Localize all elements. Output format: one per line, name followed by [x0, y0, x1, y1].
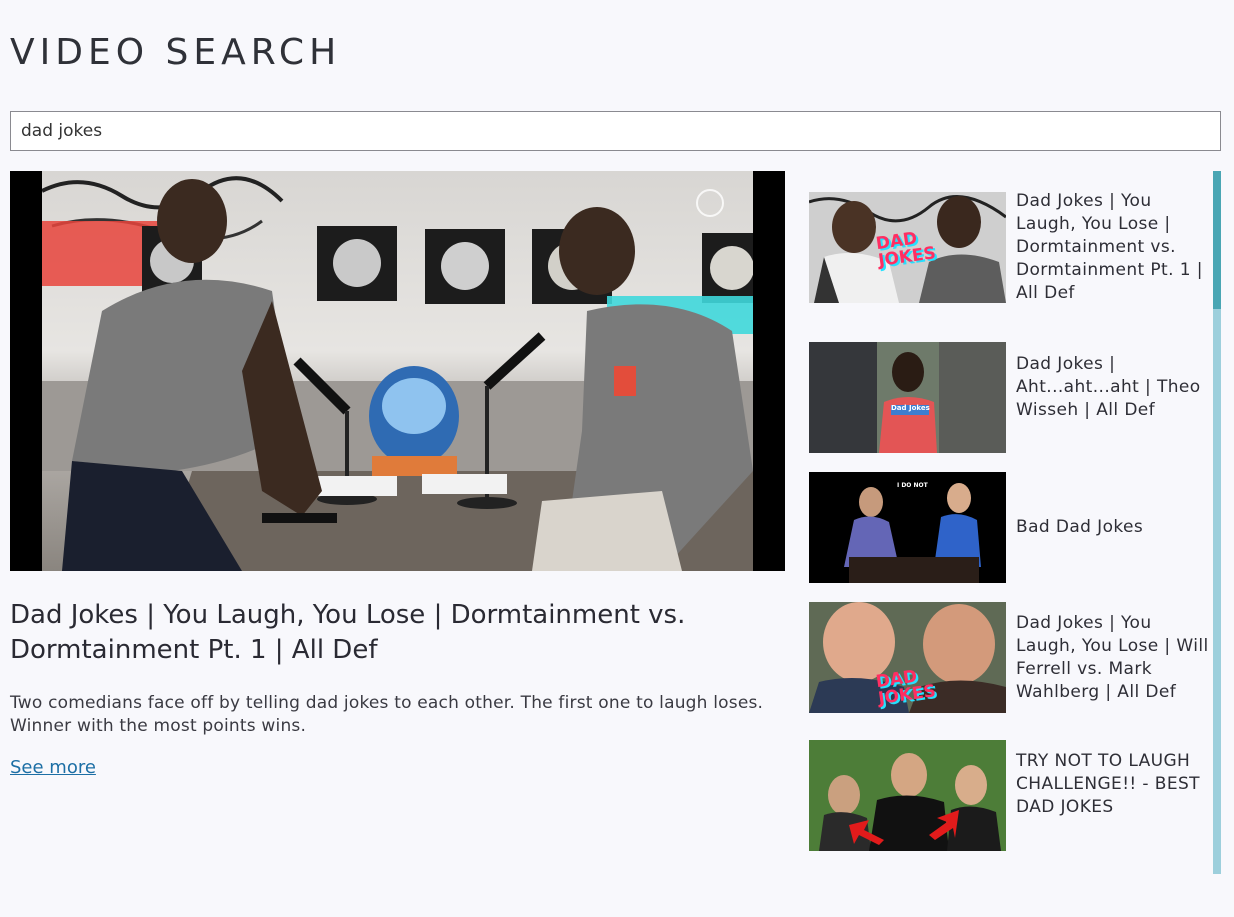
video-player[interactable] [10, 171, 785, 571]
video-description: Two comedians face off by telling dad jo… [10, 693, 764, 736]
result-thumbnail[interactable]: Dad Jokes [809, 342, 1006, 453]
result-title[interactable]: Bad Dad Jokes [1016, 516, 1211, 539]
results-scrollbar[interactable] [1213, 171, 1221, 874]
result-thumbnail-text: I DO NOT [897, 482, 928, 489]
results-scrollbar-thumb[interactable] [1213, 171, 1221, 309]
result-thumbnail[interactable]: DAD JOKES [809, 192, 1006, 303]
result-title[interactable]: Dad Jokes | Aht...aht...aht | Theo Wisse… [1016, 353, 1211, 422]
result-thumbnail-text: DAD JOKES [874, 666, 938, 709]
result-thumbnail-image [809, 740, 1006, 851]
result-title[interactable]: Dad Jokes | You Laugh, You Lose | Will F… [1016, 612, 1211, 704]
result-thumbnail-text: Dad Jokes [891, 404, 930, 412]
video-title: Dad Jokes | You Laugh, You Lose | Dormta… [10, 600, 686, 665]
search-input[interactable] [10, 111, 1221, 151]
result-thumbnail-text: DAD JOKES [874, 228, 938, 271]
app-title: VIDEO SEARCH [10, 32, 342, 73]
see-more-link[interactable]: See more [10, 757, 96, 778]
result-thumbnail-image [809, 342, 1006, 453]
result-thumbnail[interactable] [809, 740, 1006, 851]
result-thumbnail[interactable]: I DO NOT [809, 472, 1006, 583]
result-item[interactable]: DAD JOKES Dad Jokes | You Laugh, You Los… [809, 190, 1213, 305]
result-item[interactable]: Dad Jokes Dad Jokes | Aht...aht...aht | … [809, 342, 1213, 453]
result-item[interactable]: I DO NOT Bad Dad Jokes [809, 472, 1213, 583]
results-list: DAD JOKES Dad Jokes | You Laugh, You Los… [809, 171, 1221, 874]
result-thumbnail[interactable]: DAD JOKES [809, 602, 1006, 713]
result-title[interactable]: Dad Jokes | You Laugh, You Lose | Dormta… [1016, 190, 1211, 305]
video-frame[interactable] [41, 171, 757, 571]
video-still [41, 176, 757, 571]
result-item[interactable]: TRY NOT TO LAUGH CHALLENGE!! - BEST DAD … [809, 740, 1213, 851]
result-item[interactable]: DAD JOKES Dad Jokes | You Laugh, You Los… [809, 602, 1213, 713]
result-title[interactable]: TRY NOT TO LAUGH CHALLENGE!! - BEST DAD … [1016, 750, 1211, 819]
